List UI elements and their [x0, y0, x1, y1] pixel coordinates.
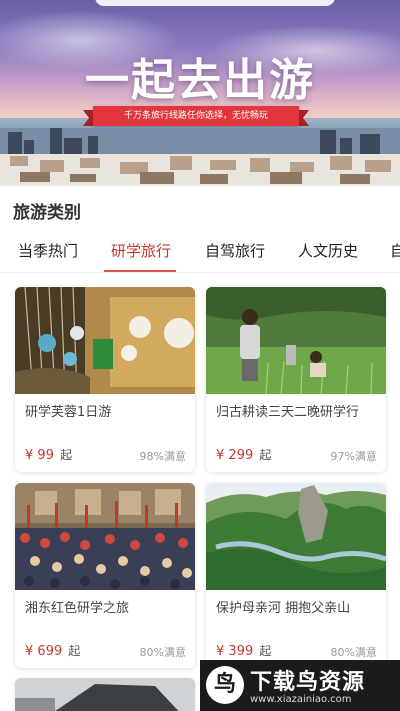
currency-symbol: ¥: [216, 448, 225, 463]
product-name: 保护母亲河 拥抱父亲山: [216, 601, 351, 616]
price-unit: 起: [68, 644, 81, 658]
satisfaction-rate: 80%满意: [139, 646, 186, 659]
tab-culture-history[interactable]: 人文历史: [298, 240, 358, 261]
product-price: ¥ 99 起: [25, 446, 72, 463]
satisfaction-rate: 98%满意: [139, 450, 186, 463]
price-unit: 起: [259, 644, 272, 658]
category-tabs: 当季热门 研学旅行 自驾旅行 人文历史 自: [0, 232, 400, 272]
tab-self-drive[interactable]: 自驾旅行: [205, 240, 265, 261]
watermark-url: www.xiazainiao.com: [250, 694, 352, 705]
section-title: 旅游类别: [13, 203, 81, 223]
currency-symbol: ¥: [216, 644, 225, 659]
product-image: [206, 483, 386, 590]
watermark-title: 下载鸟资源: [250, 670, 366, 695]
promo-banner[interactable]: 一起去出游 千万条旅行线路任你选择，无忧畅玩: [0, 0, 400, 186]
product-card[interactable]: 湘东红色研学之旅 ¥ 699 起 80%满意: [15, 483, 195, 668]
banner-title: 一起去出游: [85, 55, 315, 106]
product-price: ¥ 699 起: [25, 642, 80, 659]
tab-more[interactable]: 自: [390, 240, 400, 261]
price-unit: 起: [60, 448, 73, 462]
product-name: 研学芙蓉1日游: [25, 405, 112, 420]
product-image: [15, 287, 195, 394]
watermark-overlay: 鸟 下载鸟资源 www.xiazainiao.com: [200, 660, 400, 711]
product-name: 归古耕读三天二晚研学行: [216, 405, 360, 420]
product-name: 湘东红色研学之旅: [25, 601, 130, 616]
app-screen: 一起去出游 千万条旅行线路任你选择，无忧畅玩 旅游类别 当季热门 研学旅行 自驾…: [0, 0, 400, 711]
banner-ribbon: 千万条旅行线路任你选择，无忧畅玩: [83, 106, 309, 126]
product-card[interactable]: 保护母亲河 拥抱父亲山 ¥ 399 起 80%满意: [206, 483, 386, 668]
city-skyline-image: [0, 128, 400, 186]
tabs-divider: [0, 272, 400, 273]
satisfaction-rate: 97%满意: [330, 450, 377, 463]
bird-logo-icon: 鸟: [206, 666, 244, 704]
tab-seasonal-hot[interactable]: 当季热门: [18, 240, 78, 261]
tab-study-travel[interactable]: 研学旅行: [111, 240, 171, 261]
price-value: 299: [228, 448, 254, 463]
product-image: [206, 287, 386, 394]
currency-symbol: ¥: [25, 644, 34, 659]
product-price: ¥ 399 起: [216, 642, 271, 659]
product-image: [15, 678, 195, 711]
price-unit: 起: [259, 448, 272, 462]
product-card[interactable]: [15, 678, 195, 711]
product-price: ¥ 299 起: [216, 446, 271, 463]
search-bar[interactable]: [95, 0, 335, 6]
product-image: [15, 483, 195, 590]
product-card[interactable]: 归古耕读三天二晚研学行 ¥ 299 起 97%满意: [206, 287, 386, 472]
product-card[interactable]: 研学芙蓉1日游 ¥ 99 起 98%满意: [15, 287, 195, 472]
price-value: 699: [37, 644, 63, 659]
satisfaction-rate: 80%满意: [330, 646, 377, 659]
currency-symbol: ¥: [25, 448, 34, 463]
price-value: 99: [37, 448, 54, 463]
price-value: 399: [228, 644, 254, 659]
